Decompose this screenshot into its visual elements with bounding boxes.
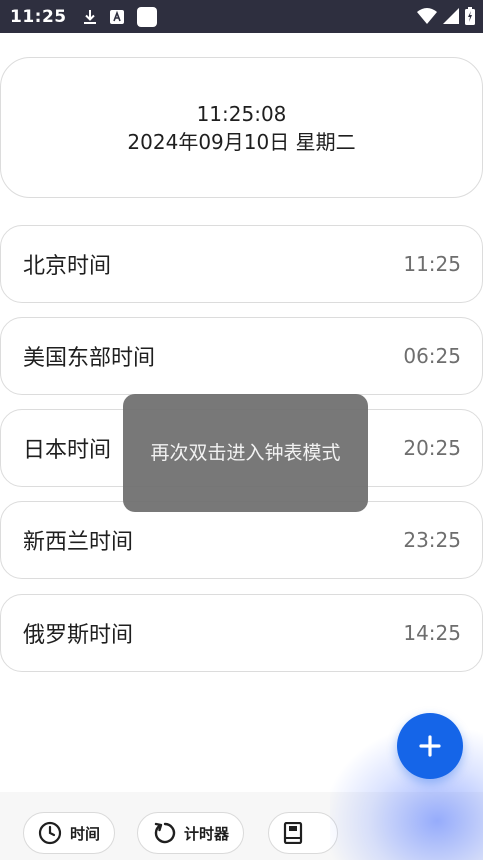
plus-icon bbox=[419, 735, 441, 757]
zone-name: 新西兰时间 bbox=[23, 530, 134, 555]
toast-message: 再次双击进入钟表模式 bbox=[123, 394, 368, 512]
square-icon bbox=[136, 6, 157, 27]
nav-time-button[interactable]: 时间 bbox=[23, 812, 116, 854]
zone-card-new-zealand[interactable]: 新西兰时间 23:25 bbox=[0, 501, 483, 579]
battery-icon bbox=[465, 7, 475, 25]
zone-name: 日本时间 bbox=[23, 438, 112, 463]
current-time: 11:25:08 bbox=[196, 101, 287, 126]
nav-timer-button[interactable]: 计时器 bbox=[137, 812, 245, 854]
current-date: 2024年09月10日 星期二 bbox=[127, 129, 356, 154]
zone-card-us-eastern[interactable]: 美国东部时间 06:25 bbox=[0, 317, 483, 395]
signal-icon bbox=[443, 8, 459, 24]
zone-time: 11:25 bbox=[403, 252, 461, 276]
status-bar: 11:25 bbox=[0, 0, 483, 33]
add-zone-button[interactable] bbox=[397, 713, 463, 779]
nav-book-button[interactable] bbox=[268, 812, 338, 854]
zone-card-beijing[interactable]: 北京时间 11:25 bbox=[0, 225, 483, 303]
bottom-nav-bar: 时间 计时器 bbox=[0, 792, 483, 860]
zone-time: 14:25 bbox=[403, 621, 461, 645]
refresh-icon bbox=[154, 822, 176, 844]
zone-name: 美国东部时间 bbox=[23, 346, 156, 371]
current-time-card[interactable]: 11:25:08 2024年09月10日 星期二 bbox=[0, 57, 483, 198]
zone-name: 俄罗斯时间 bbox=[23, 623, 134, 648]
clock-icon bbox=[38, 821, 62, 845]
wifi-icon bbox=[417, 8, 437, 24]
download-icon bbox=[83, 9, 96, 24]
status-time: 11:25 bbox=[10, 6, 67, 27]
book-icon bbox=[283, 822, 303, 844]
zone-name: 北京时间 bbox=[23, 254, 112, 279]
zone-time: 23:25 bbox=[403, 528, 461, 552]
zone-time: 20:25 bbox=[403, 436, 461, 460]
zone-time: 06:25 bbox=[403, 344, 461, 368]
a-badge-icon bbox=[109, 9, 124, 24]
nav-time-label: 时间 bbox=[70, 824, 101, 843]
nav-timer-label: 计时器 bbox=[184, 824, 230, 843]
zone-card-russia[interactable]: 俄罗斯时间 14:25 bbox=[0, 594, 483, 672]
